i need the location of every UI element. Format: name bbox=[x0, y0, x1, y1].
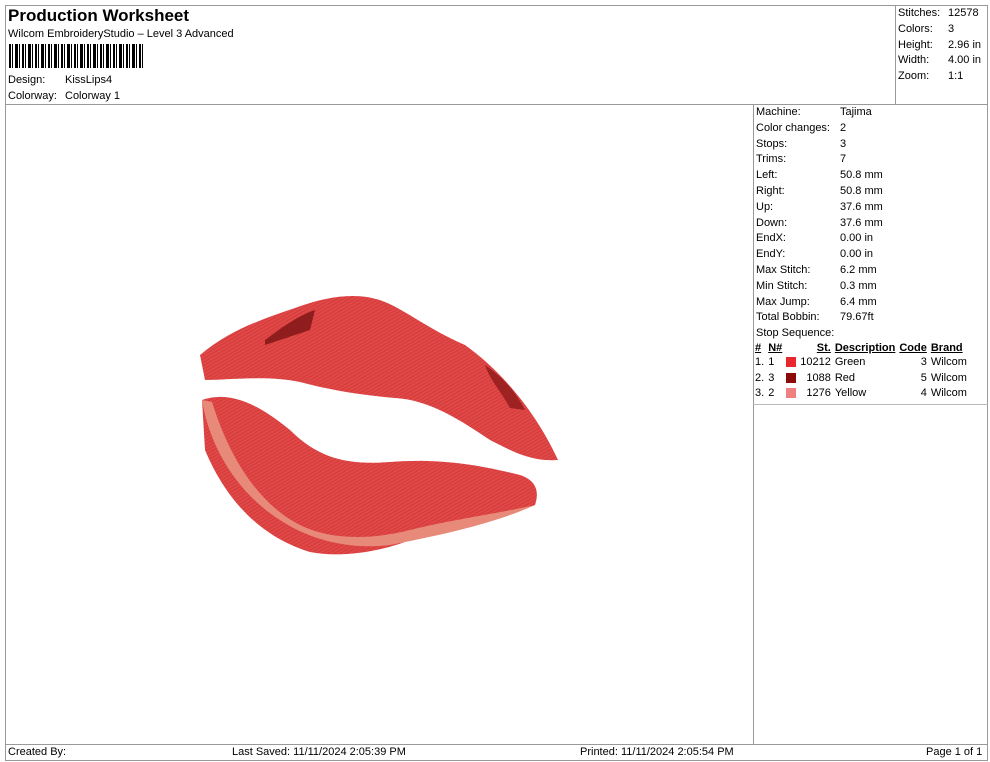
page-number: Page 1 of 1 bbox=[926, 746, 983, 758]
brand: Wilcom bbox=[930, 387, 967, 400]
production-worksheet: Production Worksheet Wilcom EmbroiderySt… bbox=[0, 0, 990, 762]
created-by: Created By: bbox=[8, 746, 67, 758]
table-row: 3. 2 1276 Yellow 4 Wilcom bbox=[753, 385, 969, 401]
stats-label: Height: bbox=[898, 38, 933, 51]
design-preview-lips bbox=[200, 296, 558, 555]
stats-value: 12578 bbox=[948, 7, 979, 19]
stitch-count: 1088 bbox=[806, 371, 831, 384]
color-swatch bbox=[786, 372, 797, 383]
brand: Wilcom bbox=[930, 371, 967, 384]
machine-value: 37.6 mm bbox=[840, 200, 883, 213]
machine-value: 6.4 mm bbox=[840, 295, 877, 308]
column-header: N# bbox=[768, 342, 783, 354]
machine-label: Max Jump: bbox=[756, 295, 810, 308]
needle-number: 1 bbox=[768, 355, 775, 368]
printed-date: Printed: 11/11/2024 2:05:54 PM bbox=[580, 746, 734, 758]
stitch-count: 10212 bbox=[800, 355, 831, 368]
table-row: 2. 3 1088 Red 5 Wilcom bbox=[753, 370, 969, 386]
machine-label: Machine: bbox=[756, 106, 801, 118]
machine-label: Down: bbox=[756, 216, 788, 229]
machine-label: Total Bobbin: bbox=[756, 311, 820, 324]
needle-number: 3 bbox=[768, 371, 775, 384]
stats-value: 2.96 in bbox=[948, 38, 982, 51]
brand: Wilcom bbox=[930, 355, 967, 368]
machine-value: 50.8 mm bbox=[840, 185, 883, 197]
page-title: Production Worksheet bbox=[8, 6, 190, 25]
color-code: 5 bbox=[920, 371, 927, 384]
stats-label: Width: bbox=[898, 54, 930, 67]
machine-label: Right: bbox=[756, 185, 785, 197]
color-swatch bbox=[786, 388, 797, 399]
color-description: Green bbox=[834, 355, 866, 368]
design-name: KissLips4 bbox=[65, 74, 113, 86]
machine-value: 3 bbox=[840, 137, 847, 150]
stats-label: Stitches: bbox=[898, 7, 941, 19]
color-swatch bbox=[786, 356, 797, 367]
divider bbox=[753, 404, 988, 405]
machine-label: EndY: bbox=[756, 248, 786, 261]
stitch-count: 1276 bbox=[806, 387, 831, 400]
column-header: Brand bbox=[930, 342, 963, 354]
machine-label: Min Stitch: bbox=[756, 279, 808, 292]
machine-value: 37.6 mm bbox=[840, 216, 883, 229]
colorway-name: Colorway 1 bbox=[65, 90, 121, 102]
column-header: Description bbox=[834, 342, 896, 354]
footer bbox=[5, 744, 988, 761]
color-code: 3 bbox=[920, 355, 927, 368]
column-header: # bbox=[755, 342, 762, 354]
color-description: Red bbox=[834, 371, 856, 384]
machine-value: 0.3 mm bbox=[840, 279, 877, 292]
stats-value: 4.00 in bbox=[948, 54, 982, 67]
barcode bbox=[9, 44, 145, 68]
table-row: 1. 1 10212 Green 3 Wilcom bbox=[753, 354, 969, 370]
last-saved: Last Saved: 11/11/2024 2:05:39 PM bbox=[232, 746, 406, 758]
machine-label: Color changes: bbox=[756, 121, 830, 134]
color-description: Yellow bbox=[834, 387, 867, 400]
colorway-label: Colorway: bbox=[8, 90, 57, 102]
machine-label: Stops: bbox=[756, 137, 788, 150]
row-index: 3. bbox=[755, 387, 765, 400]
color-code: 4 bbox=[920, 387, 927, 400]
stop-sequence-table: # N# St. Description Code Brand 1. 1 10212 Green 3… bbox=[753, 342, 969, 401]
row-index: 1. bbox=[755, 355, 765, 368]
stats-value: 1:1 bbox=[948, 70, 964, 83]
machine-value: 50.8 mm bbox=[840, 169, 883, 182]
column-header: Code bbox=[899, 342, 927, 354]
machine-label: EndX: bbox=[756, 232, 786, 245]
machine-label: Max Stitch: bbox=[756, 264, 811, 276]
machine-value: 0.00 in bbox=[840, 248, 874, 261]
stats-label: Colors: bbox=[898, 22, 933, 35]
machine-value: 0.00 in bbox=[840, 232, 874, 245]
machine-label: Up: bbox=[756, 200, 774, 213]
stats-label: Zoom: bbox=[898, 70, 930, 83]
machine-value: 2 bbox=[840, 121, 847, 134]
machine-label: Left: bbox=[756, 169, 778, 182]
machine-value: 6.2 mm bbox=[840, 264, 877, 276]
machine-value: Tajima bbox=[840, 106, 872, 118]
machine-value: 79.67ft bbox=[840, 311, 874, 324]
stop-sequence-title: Stop Sequence: bbox=[756, 327, 835, 339]
stats-value: 3 bbox=[948, 22, 955, 35]
row-index: 2. bbox=[755, 371, 765, 384]
needle-number: 2 bbox=[768, 387, 775, 400]
machine-value: 7 bbox=[840, 153, 847, 166]
machine-label: Trims: bbox=[756, 153, 787, 166]
column-header: St. bbox=[816, 342, 831, 354]
software-name: Wilcom EmbroideryStudio – Level 3 Advanc… bbox=[8, 28, 234, 40]
design-label: Design: bbox=[8, 74, 46, 86]
